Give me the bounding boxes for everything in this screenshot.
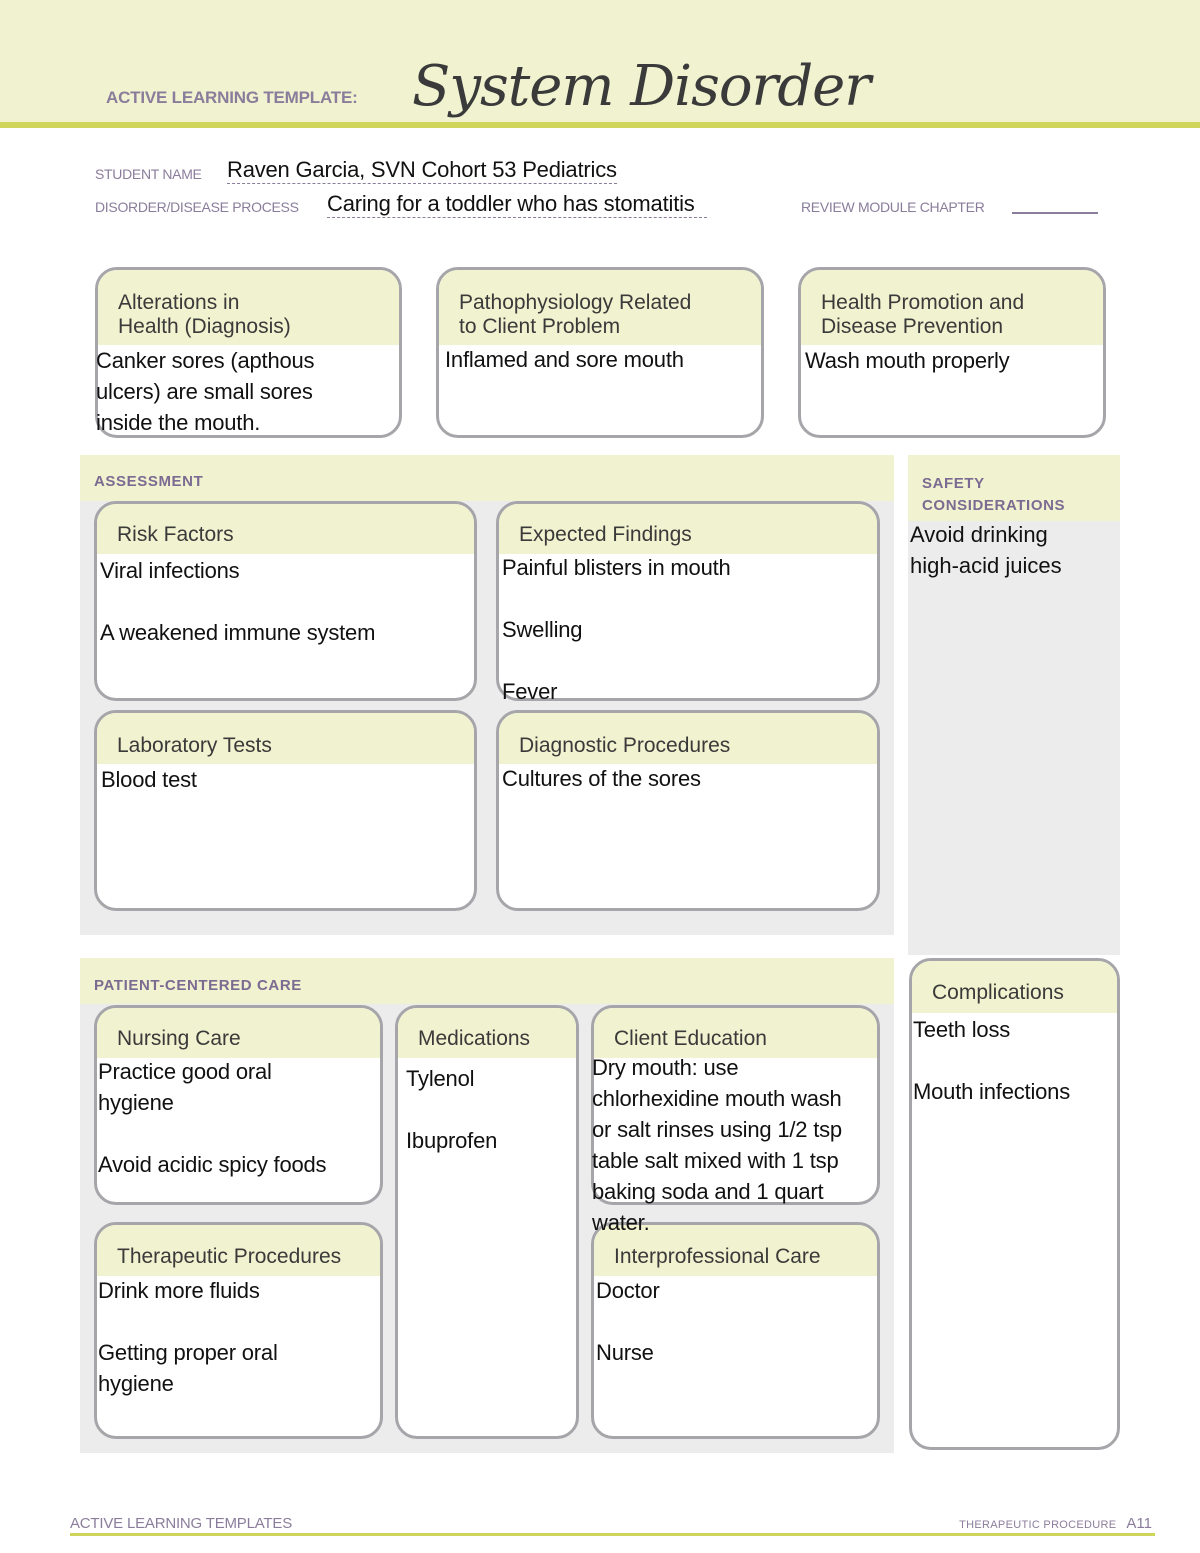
box-content[interactable]: Tylenol Ibuprofen: [406, 1063, 596, 1156]
risk-factors-box: Risk Factors Viral infections A weakened…: [94, 501, 477, 701]
box-title: Diagnostic Procedures: [519, 734, 731, 757]
disorder-field[interactable]: Caring for a toddler who has stomatitis: [327, 191, 707, 218]
client-education-content[interactable]: Dry mouth: use chlorhexidine mouth wash …: [592, 1052, 912, 1238]
footer-page-info: THERAPEUTIC PROCEDURE A11: [959, 1515, 1152, 1532]
box-content[interactable]: Viral infections A weakened immune syste…: [100, 555, 494, 648]
diagnostic-procedures-box: Diagnostic Procedures Cultures of the so…: [496, 710, 880, 911]
safety-considerations-panel: SAFETY CONSIDERATIONS Avoid drinking hig…: [908, 455, 1120, 955]
box-title: Pathophysiology Related to Client Proble…: [459, 291, 692, 338]
disorder-label: DISORDER/DISEASE PROCESS: [95, 199, 299, 215]
box-content[interactable]: Teeth loss Mouth infections: [913, 1014, 1137, 1107]
box-title: Medications: [418, 1027, 531, 1050]
health-promotion-box: Health Promotion and Disease Prevention …: [798, 267, 1106, 438]
safety-content[interactable]: Avoid drinking high-acid juices: [910, 519, 1062, 581]
box-title: Expected Findings: [519, 523, 692, 546]
box-content[interactable]: Practice good oral hygiene Avoid acidic …: [98, 1056, 400, 1180]
footer-divider: [70, 1533, 1155, 1536]
footer-label: ACTIVE LEARNING TEMPLATES: [70, 1515, 292, 1532]
box-content[interactable]: Inflamed and sore mouth: [445, 344, 781, 375]
box-content[interactable]: Drink more fluids Getting proper oral hy…: [98, 1275, 400, 1399]
header-divider: [0, 122, 1200, 128]
student-name-label: STUDENT NAME: [95, 166, 202, 182]
box-title: Therapeutic Procedures: [117, 1245, 342, 1268]
expected-findings-box: Expected Findings Painful blisters in mo…: [496, 501, 880, 704]
box-title: Health Promotion and Disease Prevention: [821, 291, 1025, 338]
box-title: Client Education: [614, 1027, 767, 1050]
box-title: Interprofessional Care: [614, 1245, 821, 1268]
medications-box: Medications Tylenol Ibuprofen: [395, 1005, 579, 1439]
box-content[interactable]: Painful blisters in mouth Swelling Fever: [502, 552, 897, 707]
box-title: Alterations in Health (Diagnosis): [118, 291, 291, 338]
student-name-field[interactable]: Raven Garcia, SVN Cohort 53 Pediatrics: [227, 157, 617, 184]
footer-section-label: THERAPEUTIC PROCEDURE: [959, 1519, 1117, 1531]
box-title: Laboratory Tests: [117, 734, 272, 757]
nursing-care-box: Nursing Care Practice good oral hygiene …: [94, 1005, 383, 1205]
box-content[interactable]: Blood test: [101, 764, 494, 795]
laboratory-tests-box: Laboratory Tests Blood test: [94, 710, 477, 911]
review-module-field[interactable]: [1012, 200, 1098, 214]
patient-centered-care-title: PATIENT-CENTERED CARE: [94, 977, 302, 994]
therapeutic-procedures-box: Therapeutic Procedures Drink more fluids…: [94, 1222, 383, 1439]
box-content[interactable]: Cultures of the sores: [502, 763, 897, 794]
alterations-in-health-box: Alterations in Health (Diagnosis) Canker…: [95, 267, 402, 438]
template-label: ACTIVE LEARNING TEMPLATE:: [106, 88, 358, 107]
review-module-label: REVIEW MODULE CHAPTER: [801, 199, 985, 215]
box-content[interactable]: Doctor Nurse: [596, 1275, 897, 1368]
pathophysiology-box: Pathophysiology Related to Client Proble…: [436, 267, 764, 438]
box-title: Nursing Care: [117, 1027, 241, 1050]
box-content[interactable]: Wash mouth properly: [805, 345, 1123, 376]
interprofessional-care-box: Interprofessional Care Doctor Nurse: [591, 1222, 880, 1439]
page-title: System Disorder: [412, 54, 871, 119]
assessment-title: ASSESSMENT: [94, 473, 204, 490]
safety-title: SAFETY CONSIDERATIONS: [922, 475, 1066, 514]
box-title: Risk Factors: [117, 523, 234, 546]
page-number: A11: [1126, 1515, 1152, 1532]
complications-box: Complications Teeth loss Mouth infection…: [909, 958, 1120, 1450]
box-title: Complications: [932, 981, 1064, 1004]
box-content[interactable]: Canker sores (apthous ulcers) are small …: [96, 345, 419, 438]
